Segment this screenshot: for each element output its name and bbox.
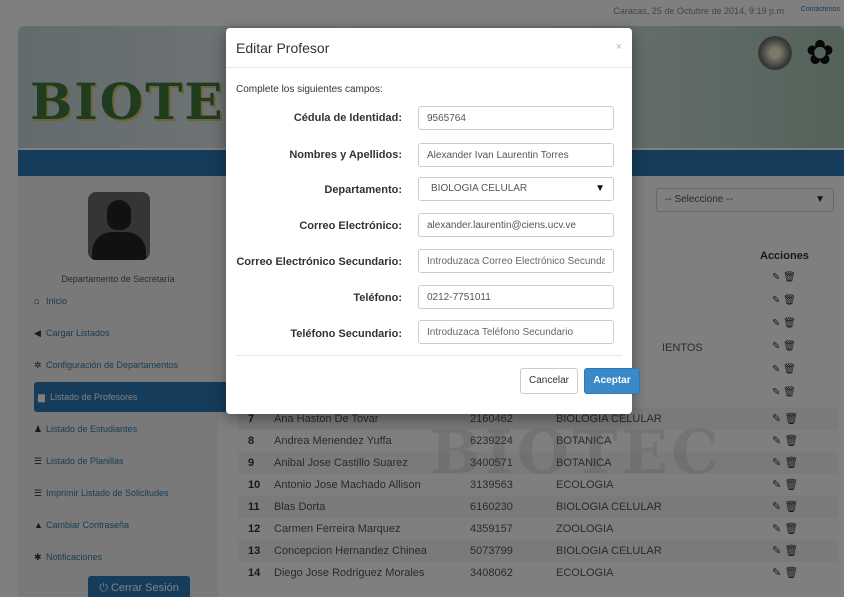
modal-footer-divider — [236, 355, 622, 356]
secondary-phone-field[interactable] — [418, 320, 614, 344]
modal-title: Editar Profesor — [236, 40, 330, 56]
chevron-down-icon: ▼ — [595, 183, 605, 194]
close-icon[interactable]: × — [616, 41, 622, 53]
telefono-secundario-label: Teléfono Secundario: — [290, 328, 402, 340]
departamento-label: Departamento: — [324, 184, 402, 196]
modal-header: Editar Profesor × — [226, 28, 632, 68]
nombres-label: Nombres y Apellidos: — [289, 149, 402, 161]
cancel-button[interactable]: Cancelar — [520, 368, 578, 394]
modal-intro-text: Complete los siguientes campos: — [236, 84, 383, 95]
departamento-select[interactable]: BIOLOGIA CELULAR ▼ — [418, 177, 614, 201]
cedula-field[interactable] — [418, 106, 614, 130]
cedula-label: Cédula de Identidad: — [293, 112, 402, 124]
phone-field[interactable] — [418, 285, 614, 309]
secondary-email-field[interactable] — [418, 249, 614, 273]
email-field[interactable] — [418, 213, 614, 237]
accept-button[interactable]: Aceptar — [584, 368, 640, 394]
correo-secundario-label: Correo Electrónico Secundario: — [236, 256, 402, 268]
telefono-label: Teléfono: — [353, 292, 402, 304]
nombres-field[interactable] — [418, 143, 614, 167]
edit-professor-modal: Editar Profesor × Complete los siguiente… — [226, 28, 640, 414]
correo-label: Correo Electrónico: — [299, 220, 402, 232]
